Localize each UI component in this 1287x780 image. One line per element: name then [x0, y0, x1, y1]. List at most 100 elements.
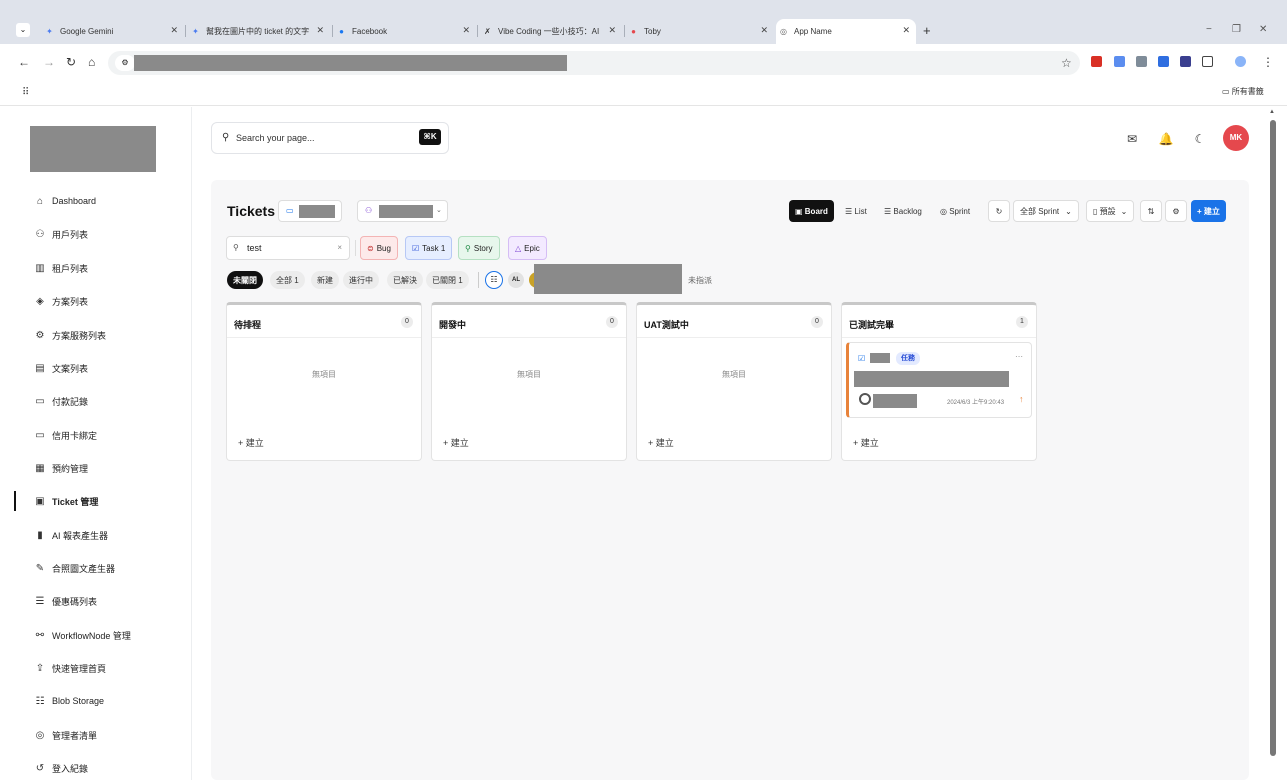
scrollbar-thumb[interactable] — [1270, 120, 1276, 756]
add-ticket-button[interactable]: + 建立 — [443, 436, 469, 449]
apps-grid-icon[interactable]: ⠿ — [22, 87, 29, 98]
add-ticket-button[interactable]: + 建立 — [853, 436, 879, 449]
settings-button[interactable]: ⚙ — [1165, 200, 1187, 222]
all-bookmarks[interactable]: ▭ 所有書籤 — [1222, 86, 1264, 97]
sort-button[interactable]: ⇅ — [1140, 200, 1162, 222]
site-info-icon[interactable]: ⚙ — [115, 55, 135, 71]
refresh-button[interactable]: ↻ — [988, 200, 1010, 222]
team-select[interactable]: ⚇ ⌄ — [357, 200, 448, 222]
status-filter-pill[interactable]: 未關閉 — [227, 271, 263, 289]
more-icon[interactable]: ⋯ — [1015, 352, 1023, 361]
sidebar-item[interactable]: ▥ 租戶列表 — [34, 259, 88, 277]
sprint-view-button[interactable]: ◎ Sprint — [934, 200, 976, 222]
home-button[interactable]: ⌂ — [88, 55, 95, 69]
extensions-puzzle-icon[interactable] — [1202, 56, 1213, 67]
sidebar-item[interactable]: ☰ 優惠碼列表 — [34, 592, 98, 610]
browser-tab[interactable]: ✦ Google Gemini ✕ — [44, 21, 184, 41]
extension-icon[interactable] — [1158, 56, 1169, 67]
assignee-avatar[interactable]: AL — [508, 272, 524, 288]
clear-filter-icon[interactable]: × — [337, 243, 342, 252]
user-avatar[interactable]: MK — [1223, 125, 1249, 151]
dark-mode-toggle-icon[interactable]: ☾ — [1186, 125, 1214, 153]
sidebar-item[interactable]: ↺ 登入紀錄 — [34, 759, 88, 777]
status-filter-pill[interactable]: 進行中 — [343, 271, 379, 289]
reload-button[interactable]: ↻ — [66, 55, 76, 69]
extension-icon[interactable] — [1091, 56, 1102, 67]
search-box[interactable]: ⚲ Search your page... — [211, 122, 449, 154]
sidebar-item[interactable]: ☷ Blob Storage — [34, 692, 105, 710]
column-count-badge: 0 — [811, 316, 823, 328]
sidebar-item[interactable]: ⇪ 快速管理首頁 — [34, 659, 106, 677]
board-view-button[interactable]: ▣ Board — [789, 200, 834, 222]
sprint-select[interactable]: 全部 Sprint ⌄ — [1013, 200, 1079, 222]
forward-button[interactable]: → — [43, 55, 55, 69]
close-tab-icon[interactable]: ✕ — [760, 25, 768, 36]
sidebar-item[interactable]: ▦ 預約管理 — [34, 459, 88, 477]
search-input[interactable]: Search your page... — [236, 133, 315, 143]
type-filter-chip[interactable]: ⊜ Bug — [360, 236, 398, 260]
sidebar-item[interactable]: ▤ 文案列表 — [34, 359, 88, 377]
list-view-button[interactable]: ☰ List — [839, 200, 873, 222]
type-filter-chip[interactable]: ☑ Task 1 — [405, 236, 453, 260]
add-ticket-button[interactable]: + 建立 — [648, 436, 674, 449]
users-icon: ⚇ — [35, 228, 45, 240]
assignee-all-icon[interactable]: ☷ — [485, 271, 503, 289]
profile-icon[interactable] — [1235, 56, 1246, 67]
address-bar[interactable]: ⚙ — [108, 51, 1080, 75]
close-tab-icon[interactable]: ✕ — [608, 25, 616, 36]
status-filter-pill[interactable]: 已關閉 1 — [426, 271, 469, 289]
column-count-badge: 0 — [606, 316, 618, 328]
extension-icon[interactable] — [1136, 56, 1147, 67]
close-tab-icon[interactable]: ✕ — [462, 25, 470, 36]
bookmark-star-icon[interactable]: ☆ — [1061, 56, 1072, 70]
restore-button[interactable]: ❐ — [1232, 24, 1241, 35]
sidebar-item[interactable]: ⌂ Dashboard — [34, 192, 96, 210]
close-tab-icon[interactable]: ✕ — [902, 25, 910, 36]
close-tab-icon[interactable]: ✕ — [316, 25, 324, 36]
messages-icon[interactable]: ✉ — [1118, 125, 1146, 153]
type-filter-chip[interactable]: ⚲ Story — [458, 236, 500, 260]
sidebar-item[interactable]: ⚇ 用戶列表 — [34, 225, 89, 243]
sidebar-item[interactable]: ✎ 合照圖文產生器 — [34, 559, 115, 577]
project-select[interactable]: ▭ — [278, 200, 342, 222]
add-ticket-button[interactable]: + 建立 — [238, 436, 264, 449]
new-tab-button[interactable]: + — [923, 23, 931, 38]
sidebar-item[interactable]: ▭ 付款記錄 — [34, 392, 88, 410]
extension-icon[interactable] — [1180, 56, 1191, 67]
browser-menu-icon[interactable]: ⋮ — [1262, 55, 1274, 69]
sidebar-item[interactable]: ⚙ 方案服務列表 — [34, 326, 107, 344]
sidebar-item[interactable]: ▭ 信用卡綁定 — [34, 426, 97, 444]
sidebar-item[interactable]: ⚯ WorkflowNode 管理 — [34, 626, 131, 644]
sidebar-item[interactable]: ◈ 方案列表 — [34, 292, 88, 310]
type-filter-chip[interactable]: △ Epic — [508, 236, 547, 260]
close-tab-icon[interactable]: ✕ — [170, 25, 178, 36]
sprint-label: Sprint — [949, 206, 971, 216]
status-filter-pill[interactable]: 已解決 — [387, 271, 423, 289]
minimize-button[interactable]: − — [1206, 24, 1212, 35]
status-filter-pill[interactable]: 新建 — [311, 271, 339, 289]
scroll-up-arrow-icon[interactable]: ▲ — [1269, 109, 1275, 115]
close-window-button[interactable]: ✕ — [1259, 24, 1267, 35]
assignees-redacted — [534, 264, 682, 294]
ticket-card[interactable]: ☑ 任務 ⋯ 2024/6/3 上午9:20:43 ↑ — [846, 342, 1032, 418]
sidebar-item[interactable]: ◎ 管理者清單 — [34, 726, 97, 744]
notification-bell-icon[interactable]: 🔔 — [1152, 125, 1180, 153]
ticket-filter-input[interactable]: ⚲ test × — [226, 236, 350, 260]
create-ticket-button[interactable]: + 建立 — [1191, 200, 1226, 222]
unassigned-filter[interactable]: 未指派 — [688, 275, 712, 286]
extension-icon[interactable] — [1114, 56, 1125, 67]
sidebar-item[interactable]: ▣ Ticket 管理 — [34, 492, 98, 510]
status-filter-pill[interactable]: 全部 1 — [270, 271, 305, 289]
browser-tab-active[interactable]: ◎ App Name ✕ — [776, 19, 916, 44]
preset-select[interactable]: ▯ 預設 ⌄ — [1086, 200, 1135, 222]
board-column: 待排程 0 無項目 + 建立 — [226, 302, 422, 461]
browser-tab[interactable]: ✗ Vibe Coding 一些小技巧：AI ✕ — [482, 21, 622, 41]
browser-tab[interactable]: ● Toby ✕ — [628, 21, 774, 41]
sidebar-item-label: 付款記錄 — [52, 396, 89, 407]
back-button[interactable]: ← — [18, 55, 30, 69]
browser-tab[interactable]: ● Facebook ✕ — [336, 21, 476, 41]
browser-tab[interactable]: ✦ 幫我在圖片中的 ticket 的文字 ✕ — [190, 21, 330, 41]
sidebar-item[interactable]: ▮ AI 報表產生器 — [34, 526, 108, 544]
backlog-view-button[interactable]: ☰ Backlog — [878, 200, 928, 222]
tab-search-dropdown[interactable]: ⌄ — [16, 23, 30, 37]
